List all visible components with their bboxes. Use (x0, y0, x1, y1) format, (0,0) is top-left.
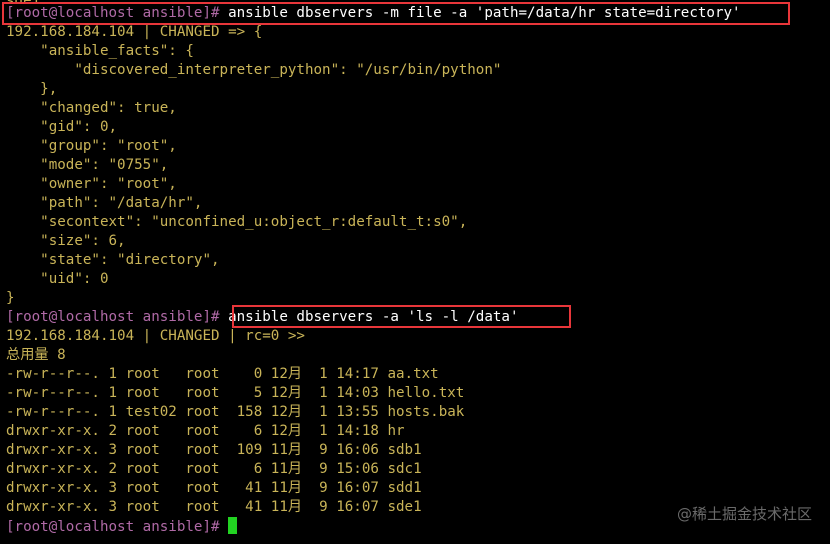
watermark: @稀土掘金技术社区 (676, 505, 812, 523)
output-line: "owner": "root", (6, 176, 177, 192)
cursor-block (228, 517, 238, 534)
shell-prompt: [root@localhost ansible]# (6, 5, 220, 21)
output-line: "path": "/data/hr", (6, 195, 203, 211)
listing-row: drwxr-xr-x. 3 root root 109 11月 9 16:06 … (6, 442, 422, 458)
listing-row: drwxr-xr-x. 2 root root 6 12月 1 14:18 hr (6, 423, 405, 439)
output-line: } (6, 290, 15, 306)
output-line: 192.168.184.104 | CHANGED => { (6, 24, 263, 40)
terminal-window[interactable]: sde1 [root@localhost ansible]# ansible d… (0, 0, 830, 542)
output-line: "ansible_facts": { (6, 43, 194, 59)
output-line: }, (6, 81, 58, 97)
output-line: "secontext": "unconfined_u:object_r:defa… (6, 214, 468, 230)
listing-row: drwxr-xr-x. 2 root root 6 11月 9 15:06 sd… (6, 461, 422, 477)
output-header: 192.168.184.104 | CHANGED | rc=0 >> (6, 328, 305, 344)
listing-row: -rw-r--r--. 1 root root 0 12月 1 14:17 aa… (6, 366, 439, 382)
command-line-1[interactable]: [root@localhost ansible]# ansible dbserv… (6, 4, 824, 23)
output-line: "size": 6, (6, 233, 126, 249)
command-text: ansible dbservers -a 'ls -l /data' (219, 309, 519, 325)
output-total: 总用量 8 (6, 347, 66, 363)
shell-prompt: [root@localhost ansible]# (6, 309, 220, 325)
command-text: ansible dbservers -m file -a 'path=/data… (219, 5, 741, 21)
command-output-1: 192.168.184.104 | CHANGED => { "ansible_… (6, 23, 824, 308)
command-line-2[interactable]: [root@localhost ansible]# ansible dbserv… (6, 308, 824, 327)
output-line: "group": "root", (6, 138, 177, 154)
directory-listing: -rw-r--r--. 1 root root 0 12月 1 14:17 aa… (6, 365, 824, 517)
output-line: "changed": true, (6, 100, 177, 116)
listing-row: drwxr-xr-x. 3 root root 41 11月 9 16:07 s… (6, 480, 422, 496)
shell-prompt: [root@localhost ansible]# (6, 519, 220, 535)
listing-row: -rw-r--r--. 1 test02 root 158 12月 1 13:5… (6, 404, 465, 420)
output-line: "state": "directory", (6, 252, 220, 268)
output-line: "discovered_interpreter_python": "/usr/b… (6, 62, 502, 78)
listing-row: -rw-r--r--. 1 root root 5 12月 1 14:03 he… (6, 385, 465, 401)
output-line: "mode": "0755", (6, 157, 169, 173)
output-line: "uid": 0 (6, 271, 109, 287)
output-line: "gid": 0, (6, 119, 118, 135)
